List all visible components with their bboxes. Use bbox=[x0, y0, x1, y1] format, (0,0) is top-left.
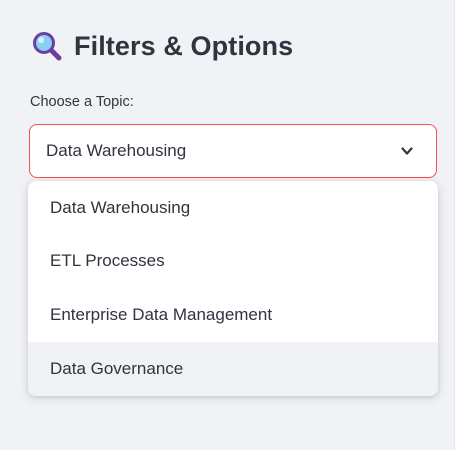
topic-select[interactable]: Data Warehousing bbox=[29, 124, 437, 178]
sidebar: Filters & Options Choose a Topic: Data W… bbox=[0, 0, 455, 450]
chevron-down-icon[interactable] bbox=[400, 144, 414, 158]
sidebar-header: Filters & Options bbox=[32, 28, 293, 64]
page-title: Filters & Options bbox=[74, 30, 294, 61]
topic-option-data-warehousing[interactable]: Data Warehousing bbox=[28, 181, 438, 234]
topic-select-value: Data Warehousing bbox=[46, 141, 187, 160]
magnifying-glass-icon bbox=[32, 31, 62, 61]
topic-select-label: Choose a Topic: bbox=[30, 94, 134, 110]
topic-dropdown-menu: Data Warehousing ETL Processes Enterpris… bbox=[28, 181, 438, 396]
topic-option-etl-processes[interactable]: ETL Processes bbox=[28, 234, 438, 288]
topic-option-enterprise-data-management[interactable]: Enterprise Data Management bbox=[28, 288, 438, 342]
topic-option-data-governance[interactable]: Data Governance bbox=[28, 342, 438, 396]
